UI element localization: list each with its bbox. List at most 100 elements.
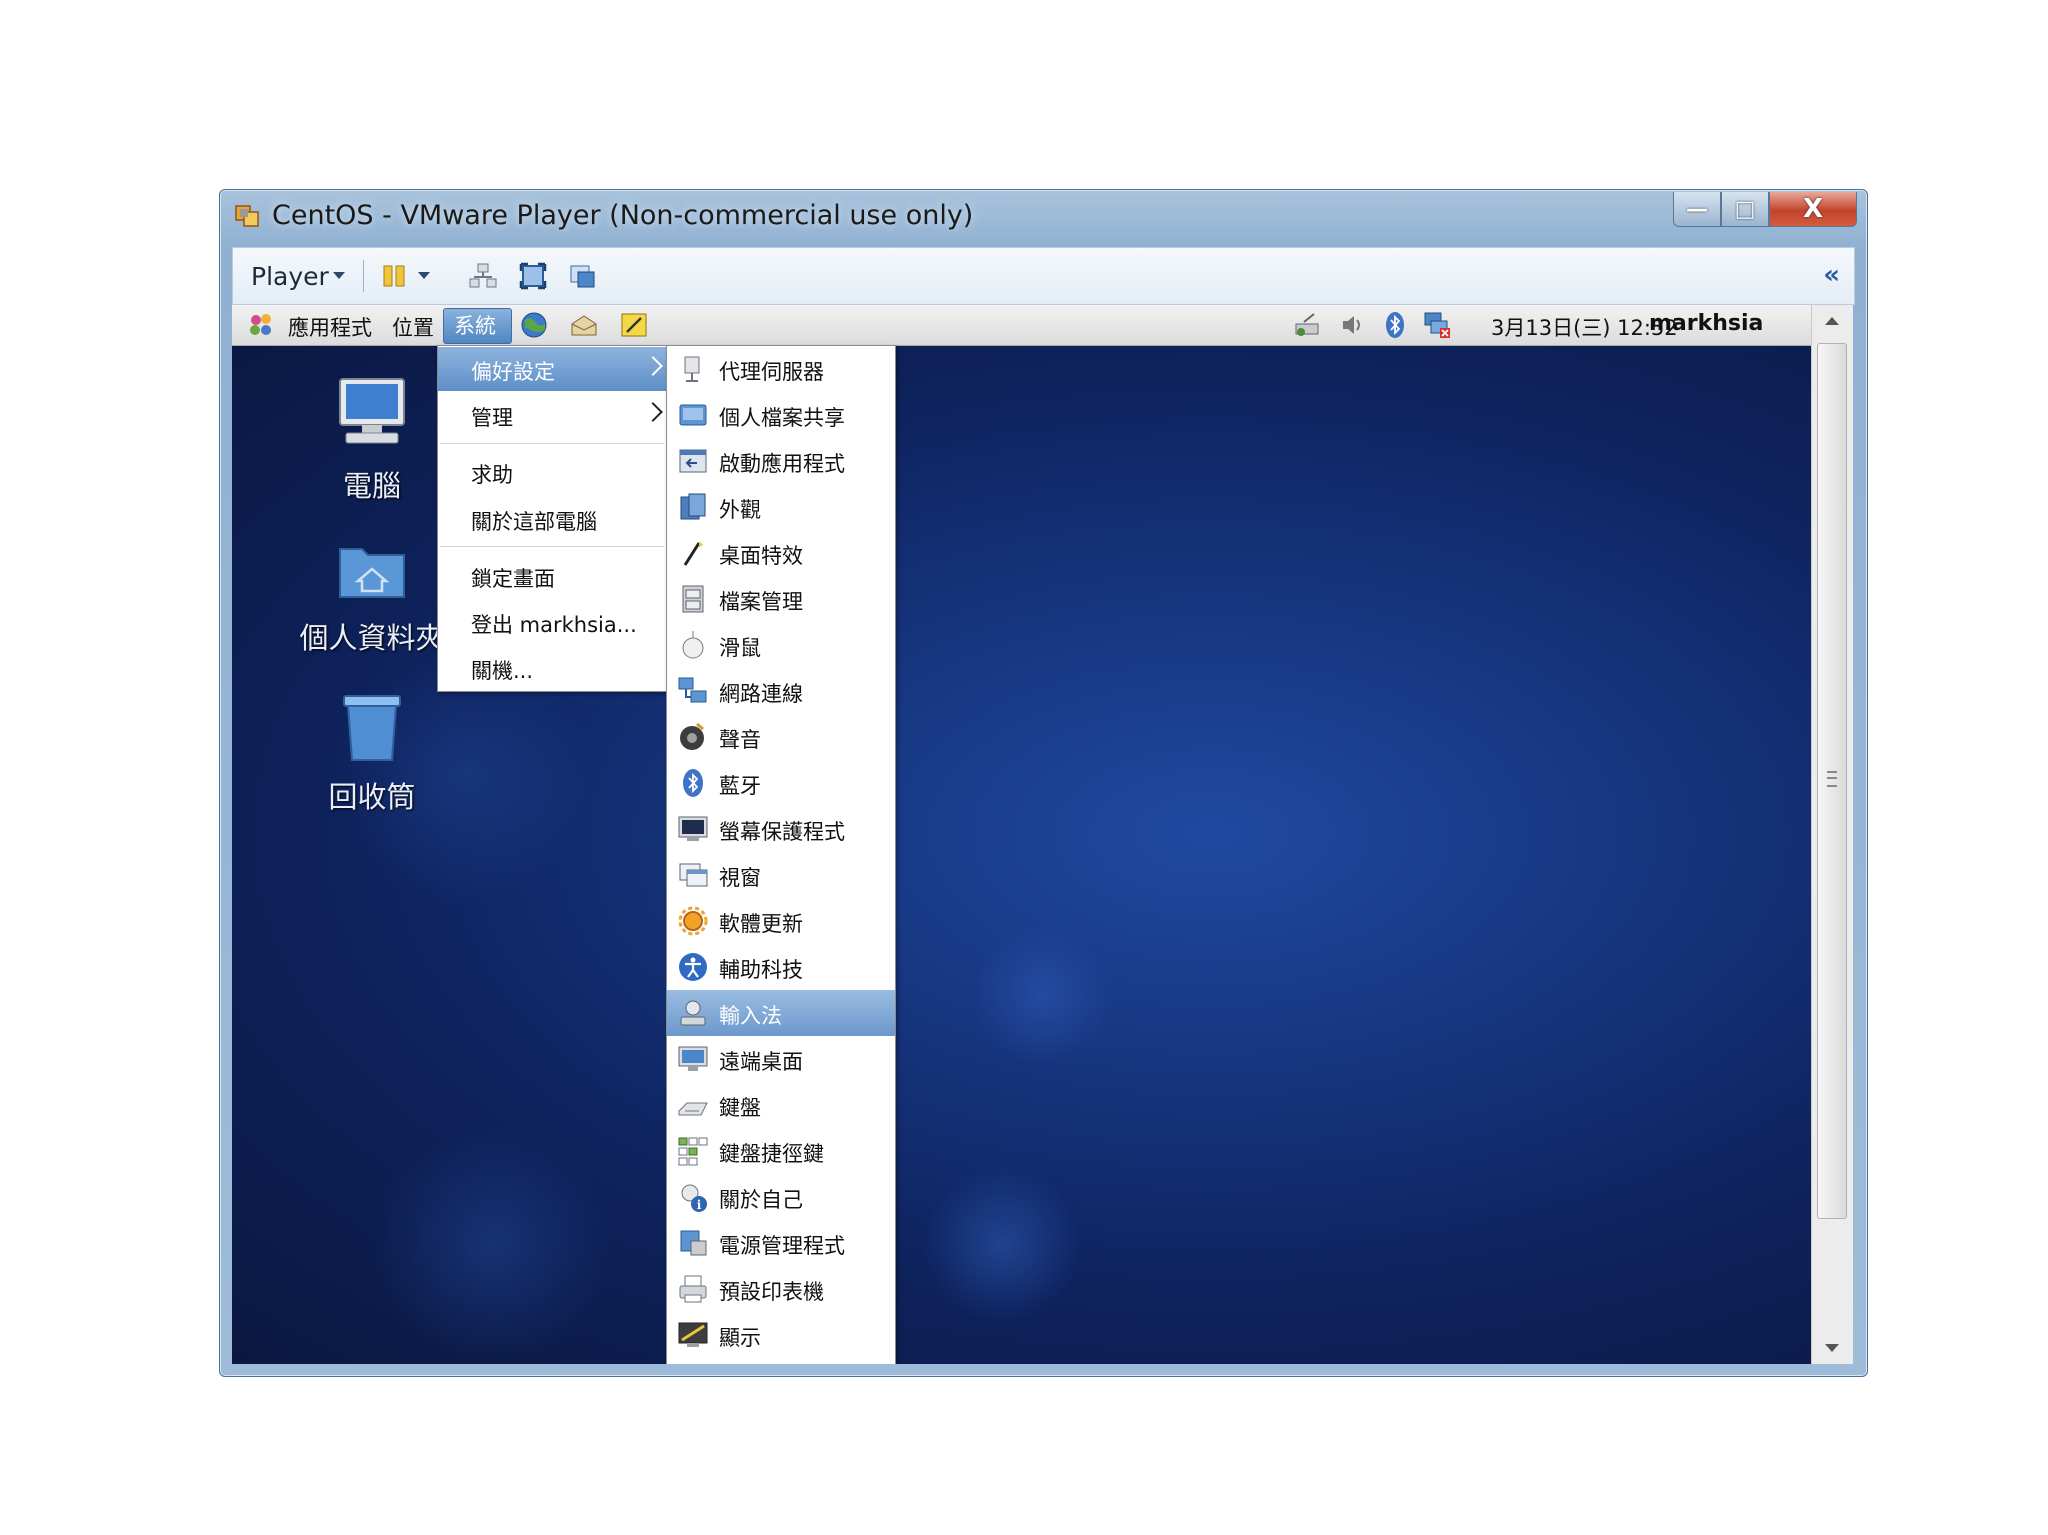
toolbar-separator	[363, 260, 364, 292]
places-menu[interactable]: 位置	[392, 312, 434, 342]
vertical-scrollbar[interactable]	[1811, 305, 1853, 1364]
player-menu-caret-icon[interactable]	[333, 272, 345, 279]
window-controls: — □ X	[1673, 192, 1857, 227]
power-options-caret-icon[interactable]	[418, 272, 430, 279]
screensaver-icon	[678, 816, 708, 841]
pref-item-sound[interactable]: 聲音	[667, 714, 895, 760]
pref-item-desktop-effects[interactable]: 桌面特效	[667, 530, 895, 576]
pref-item-startup-apps[interactable]: 啟動應用程式	[667, 438, 895, 484]
close-button[interactable]: X	[1769, 192, 1857, 227]
minimize-button[interactable]: —	[1673, 192, 1721, 227]
submenu-arrow-icon	[643, 356, 663, 376]
menu-item-label: 滑鼠	[719, 636, 761, 660]
printer-icon	[679, 1275, 707, 1303]
pref-item-default-printer[interactable]: 預設印表機	[667, 1266, 895, 1312]
menu-item-label: 聲音	[719, 728, 761, 752]
pref-item-about-me[interactable]: i 關於自己	[667, 1174, 895, 1220]
scroll-down-icon[interactable]	[1825, 1344, 1839, 1352]
pref-item-windows[interactable]: 視窗	[667, 852, 895, 898]
menu-item-label: 軟體更新	[719, 912, 803, 936]
removable-devices-icon[interactable]	[469, 262, 497, 290]
grip-icon	[1827, 771, 1837, 787]
menu-item-log-out[interactable]: 登出 markhsia...	[438, 600, 666, 644]
windows-icon	[679, 863, 708, 887]
desktop-icon-trash[interactable]: 回收筒	[292, 690, 452, 816]
guest-screen[interactable]: 電腦 個人資料夾 回收筒 應用程式 位置 系統 3月13日(三) 12:52 m…	[232, 305, 1853, 1364]
pref-item-bluetooth[interactable]: 藍牙	[667, 760, 895, 806]
desktop-icon-label: 電腦	[342, 469, 401, 503]
gnome-top-panel: 應用程式 位置 系統 3月13日(三) 12:52 markhsia	[232, 305, 1812, 346]
pref-item-mouse[interactable]: 滑鼠	[667, 622, 895, 668]
pref-item-input-method[interactable]: 輸入法	[667, 990, 895, 1036]
menu-item-label: 管理	[471, 406, 513, 430]
menu-separator	[440, 546, 664, 547]
pref-item-software-update[interactable]: 軟體更新	[667, 898, 895, 944]
scroll-up-icon[interactable]	[1825, 317, 1839, 325]
volume-icon[interactable]	[1337, 310, 1367, 340]
pref-item-remote-desktop[interactable]: 遠端桌面	[667, 1036, 895, 1082]
menu-item-shut-down[interactable]: 關機...	[438, 646, 666, 690]
home-folder-icon	[339, 548, 405, 598]
maximize-button[interactable]: □	[1721, 192, 1769, 227]
bluetooth-icon[interactable]	[1380, 310, 1410, 340]
pref-item-display[interactable]: 顯示	[667, 1312, 895, 1358]
panel-user-name[interactable]: markhsia	[1649, 311, 1763, 336]
menu-item-label: 輸入法	[719, 1004, 782, 1028]
notes-editor-icon[interactable]	[619, 310, 649, 340]
network-disconnected-icon[interactable]	[1422, 310, 1452, 340]
pref-item-power-management[interactable]: 電源管理程式	[667, 1220, 895, 1266]
pref-item-file-sharing[interactable]: 個人檔案共享	[667, 392, 895, 438]
menu-item-label: 登出 markhsia...	[471, 613, 637, 637]
pref-item-accessibility[interactable]: 輔助科技	[667, 944, 895, 990]
desktop-icon-computer[interactable]: 電腦	[292, 373, 452, 505]
keyboard-icon	[678, 1102, 708, 1116]
desktop-icon-home-folder[interactable]: 個人資料夾	[292, 535, 452, 657]
about-me-icon: i	[681, 1184, 707, 1212]
applications-menu[interactable]: 應用程式	[288, 312, 372, 342]
gnome-foot-icon[interactable]	[246, 310, 276, 340]
menu-item-preferences[interactable]: 偏好設定	[438, 347, 666, 391]
pref-item-keyboard-shortcuts[interactable]: 鍵盤捷徑鍵	[667, 1128, 895, 1174]
menu-item-label: 電源管理程式	[719, 1234, 845, 1258]
menu-item-label: 啟動應用程式	[719, 452, 845, 476]
pref-item-appearance[interactable]: 外觀	[667, 484, 895, 530]
pref-item-network-connections[interactable]: 網路連線	[667, 668, 895, 714]
file-manager-icon	[682, 585, 704, 613]
svg-text:i: i	[697, 1198, 702, 1212]
menu-item-administration[interactable]: 管理	[438, 393, 666, 437]
menu-item-about-this-computer[interactable]: 關於這部電腦	[438, 497, 666, 541]
pref-item-file-management[interactable]: 檔案管理	[667, 576, 895, 622]
player-menu[interactable]: Player	[251, 262, 329, 291]
collapse-toolbar-icon[interactable]: «	[1823, 260, 1840, 290]
menu-item-label: 關於自己	[719, 1188, 803, 1212]
web-browser-icon[interactable]	[519, 310, 549, 340]
email-client-icon[interactable]	[569, 310, 599, 340]
pref-item-keyboard[interactable]: 鍵盤	[667, 1082, 895, 1128]
preferences-submenu: 代理伺服器 個人檔案共享 啟動應用程式 外觀 桌面特效 檔案管理 滑鼠 網路連線…	[666, 345, 896, 1364]
mouse-icon	[682, 631, 704, 659]
network-status-icon[interactable]	[1292, 310, 1322, 340]
menu-item-label: 代理伺服器	[719, 360, 824, 384]
wallpaper-bubble	[372, 1125, 612, 1364]
title-bar[interactable]: CentOS - VMware Player (Non-commercial u…	[220, 190, 1867, 244]
menu-item-label: 鎖定畫面	[471, 567, 555, 591]
full-screen-icon[interactable]	[519, 262, 547, 290]
menu-item-lock-screen[interactable]: 鎖定畫面	[438, 554, 666, 598]
network-icon	[678, 677, 707, 703]
desktop-effects-icon	[683, 541, 703, 566]
menu-item-help[interactable]: 求助	[438, 450, 666, 494]
menu-item-label: 檔案管理	[719, 590, 803, 614]
player-toolbar: Player «	[232, 247, 1855, 305]
pref-item-proxy[interactable]: 代理伺服器	[667, 346, 895, 392]
scrollbar-thumb[interactable]	[1817, 343, 1847, 1219]
menu-item-label: 輔助科技	[719, 958, 803, 982]
vmware-app-icon	[235, 205, 259, 227]
system-menu-button[interactable]: 系統	[443, 308, 512, 344]
wallpaper-bubble	[922, 1165, 1082, 1325]
system-menu: 偏好設定 管理 求助 關於這部電腦 鎖定畫面 登出 markhsia... 關機…	[437, 345, 667, 692]
unity-mode-icon[interactable]	[569, 262, 597, 290]
pause-icon[interactable]	[380, 262, 408, 290]
pref-item-screensaver[interactable]: 螢幕保護程式	[667, 806, 895, 852]
close-icon: X	[1802, 194, 1824, 224]
sound-icon	[680, 722, 704, 750]
